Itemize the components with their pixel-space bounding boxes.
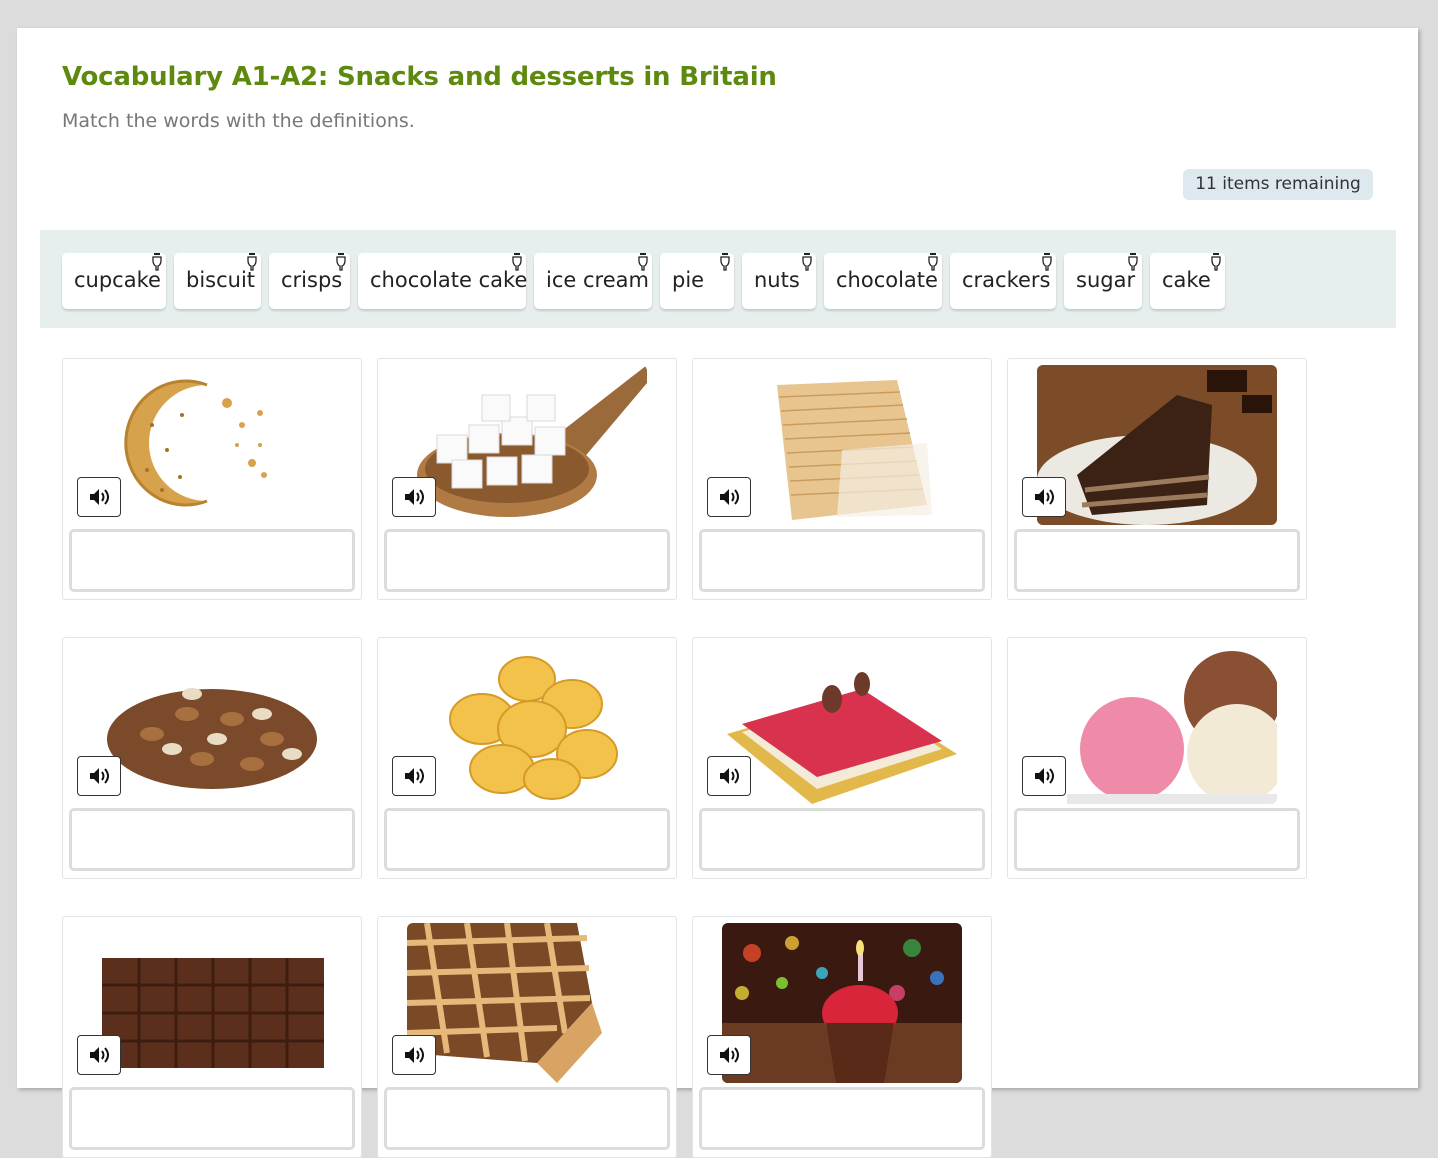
word-label: crackers — [962, 268, 1051, 292]
chocolate-cake-icon — [1037, 365, 1277, 525]
answer-drop-zone[interactable] — [1014, 808, 1300, 871]
answer-drop-zone[interactable] — [69, 529, 355, 592]
play-audio-button[interactable] — [392, 756, 436, 796]
ice-cream-icon — [1037, 644, 1277, 804]
play-audio-button[interactable] — [707, 1035, 751, 1075]
word-chip-pie[interactable]: pie — [660, 253, 734, 309]
speaker-icon — [90, 768, 109, 784]
drag-hand-icon — [638, 253, 648, 271]
word-chip-chocolate-cake[interactable]: chocolate cake — [358, 253, 528, 309]
crisps-icon — [407, 644, 647, 804]
speaker-icon — [90, 1047, 109, 1063]
word-label: ice cream — [546, 268, 649, 292]
word-chip-nuts[interactable]: nuts — [742, 253, 816, 309]
word-chip-chocolate[interactable]: chocolate — [824, 253, 942, 309]
word-chip-cake[interactable]: cake — [1150, 253, 1225, 309]
answer-drop-zone[interactable] — [69, 1087, 355, 1150]
crackers-icon — [722, 365, 962, 525]
speaker-icon — [720, 1047, 739, 1063]
match-card-chocolate-cake — [1007, 358, 1307, 600]
answer-drop-zone[interactable] — [699, 529, 985, 592]
match-card-sugar — [377, 358, 677, 600]
word-chip-crisps[interactable]: crisps — [269, 253, 350, 309]
word-chip-cupcake[interactable]: cupcake — [62, 253, 166, 309]
match-card-biscuit — [62, 358, 362, 600]
exercise-page: Vocabulary A1-A2: Snacks and desserts in… — [17, 28, 1418, 1158]
play-audio-button[interactable] — [707, 477, 751, 517]
drag-hand-icon — [720, 253, 730, 271]
cupcake-icon — [722, 923, 962, 1083]
word-label: pie — [672, 268, 705, 292]
play-audio-button[interactable] — [392, 477, 436, 517]
answer-drop-zone[interactable] — [1014, 529, 1300, 592]
play-audio-button[interactable] — [1022, 477, 1066, 517]
word-chip-crackers[interactable]: crackers — [950, 253, 1056, 309]
chocolate-icon — [92, 923, 332, 1083]
match-card-pie — [377, 916, 677, 1158]
play-audio-button[interactable] — [77, 1035, 121, 1075]
answer-drop-zone[interactable] — [384, 1087, 670, 1150]
word-label: chocolate cake — [370, 268, 528, 292]
speaker-icon — [720, 768, 739, 784]
drag-hand-icon — [152, 253, 162, 271]
instructions: Match the words with the definitions. — [62, 110, 415, 132]
pie-icon — [407, 923, 647, 1083]
cake-icon — [722, 644, 962, 804]
sugar-icon — [407, 365, 647, 525]
drag-hand-icon — [247, 253, 257, 271]
word-chip-sugar[interactable]: sugar — [1064, 253, 1142, 309]
answer-drop-zone[interactable] — [69, 808, 355, 871]
speaker-icon — [405, 768, 424, 784]
word-label: chocolate — [836, 268, 938, 292]
answer-drop-zone[interactable] — [699, 808, 985, 871]
word-label: cake — [1162, 268, 1211, 292]
speaker-icon — [1035, 489, 1054, 505]
nuts-icon — [92, 644, 332, 804]
word-chip-biscuit[interactable]: biscuit — [174, 253, 261, 309]
word-label: cupcake — [74, 268, 161, 292]
drag-hand-icon — [1042, 253, 1052, 271]
drag-hand-icon — [1128, 253, 1138, 271]
match-card-cupcake — [692, 916, 992, 1158]
match-card-chocolate — [62, 916, 362, 1158]
match-card-nuts — [62, 637, 362, 879]
word-bank: cupcake biscuit crisps chocolate cake ic… — [40, 230, 1396, 328]
match-card-crackers — [692, 358, 992, 600]
match-card-crisps — [377, 637, 677, 879]
play-audio-button[interactable] — [1022, 756, 1066, 796]
word-label: nuts — [754, 268, 800, 292]
answer-drop-zone[interactable] — [384, 529, 670, 592]
answer-drop-zone[interactable] — [384, 808, 670, 871]
drag-hand-icon — [928, 253, 938, 271]
drag-hand-icon — [336, 253, 346, 271]
play-audio-button[interactable] — [77, 477, 121, 517]
drag-hand-icon — [512, 253, 522, 271]
speaker-icon — [1035, 768, 1054, 784]
play-audio-button[interactable] — [77, 756, 121, 796]
speaker-icon — [90, 489, 109, 505]
speaker-icon — [405, 489, 424, 505]
play-audio-button[interactable] — [707, 756, 751, 796]
items-remaining-badge: 11 items remaining — [1183, 169, 1373, 200]
page-title: Vocabulary A1-A2: Snacks and desserts in… — [62, 62, 777, 92]
speaker-icon — [720, 489, 739, 505]
play-audio-button[interactable] — [392, 1035, 436, 1075]
answer-drop-zone[interactable] — [699, 1087, 985, 1150]
match-card-cake — [692, 637, 992, 879]
speaker-icon — [405, 1047, 424, 1063]
drag-hand-icon — [1211, 253, 1221, 271]
biscuit-icon — [92, 365, 332, 525]
drag-hand-icon — [802, 253, 812, 271]
match-card-ice-cream — [1007, 637, 1307, 879]
word-chip-ice-cream[interactable]: ice cream — [534, 253, 652, 309]
